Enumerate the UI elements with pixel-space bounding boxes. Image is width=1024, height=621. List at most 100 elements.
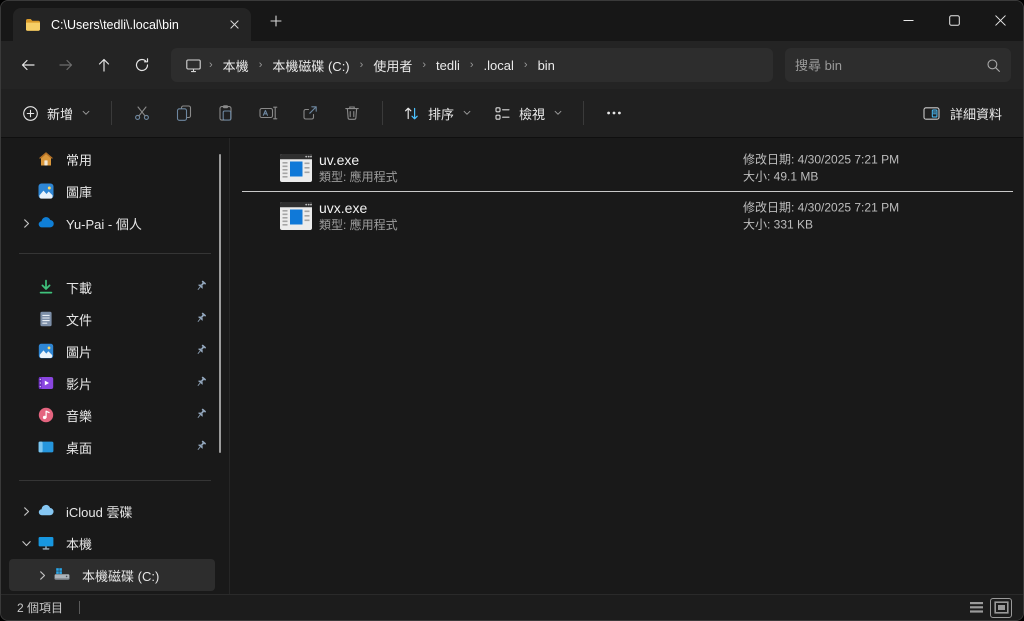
address-bar[interactable]: › 本機 › 本機磁碟 (C:) › 使用者 › tedli › .local … <box>171 48 773 82</box>
refresh-button[interactable] <box>123 47 161 83</box>
sidebar-item-label: 本機 <box>66 534 92 553</box>
sidebar-scrollbar[interactable] <box>219 154 221 453</box>
file-row-uv-exe[interactable]: uv.exe 類型: 應用程式 修改日期: 4/30/2025 7:21 PM … <box>230 144 1023 191</box>
file-row-uvx-exe[interactable]: uvx.exe 類型: 應用程式 修改日期: 4/30/2025 7:21 PM… <box>230 192 1023 239</box>
drive-icon <box>53 566 71 584</box>
sidebar-item-label: 本機磁碟 (C:) <box>82 566 159 585</box>
rename-button[interactable] <box>247 95 289 131</box>
videos-icon <box>37 374 55 392</box>
sidebar-item-pictures[interactable]: 圖片 <box>9 335 215 367</box>
sidebar-item-downloads[interactable]: 下載 <box>9 271 215 303</box>
pin-icon <box>195 408 207 420</box>
chevron-down-icon[interactable] <box>15 535 37 551</box>
breadcrumb-local[interactable]: .local <box>477 55 521 76</box>
navigation-bar: › 本機 › 本機磁碟 (C:) › 使用者 › tedli › .local … <box>1 41 1023 89</box>
breadcrumb-users[interactable]: 使用者 <box>366 53 419 78</box>
search-box <box>785 48 1011 82</box>
forward-button[interactable] <box>47 47 85 83</box>
up-button[interactable] <box>85 47 123 83</box>
breadcrumb-this-pc[interactable]: 本機 <box>216 53 256 78</box>
view-button[interactable]: 檢視 <box>483 95 574 131</box>
search-input[interactable] <box>795 58 986 73</box>
tab-close-button[interactable] <box>223 14 245 36</box>
minimize-button[interactable] <box>885 1 931 39</box>
chevron-down-icon <box>553 108 563 118</box>
sidebar-item-label: 音樂 <box>66 406 92 425</box>
delete-button[interactable] <box>331 95 373 131</box>
copy-icon <box>175 104 193 122</box>
rename-icon <box>259 104 278 122</box>
pin-icon <box>195 440 207 452</box>
file-type: 類型: 應用程式 <box>319 219 398 231</box>
close-window-button[interactable] <box>977 1 1023 39</box>
maximize-button[interactable] <box>931 1 977 39</box>
chevron-right-icon[interactable] <box>15 215 37 231</box>
content-area: 常用 圖庫 Yu-Pai - 個人 <box>1 138 1023 594</box>
search-icon <box>986 58 1001 73</box>
sidebar-item-desktop[interactable]: 桌面 <box>9 431 215 463</box>
plus-circle-icon <box>22 105 39 122</box>
plus-icon <box>270 15 282 27</box>
sidebar-item-label: Yu-Pai - 個人 <box>66 214 142 233</box>
sidebar-item-local-disk-c[interactable]: 本機磁碟 (C:) <box>9 559 215 591</box>
sidebar-item-music[interactable]: 音樂 <box>9 399 215 431</box>
breadcrumb-local-disk-c[interactable]: 本機磁碟 (C:) <box>265 53 356 78</box>
chevron-right-icon[interactable] <box>15 503 37 519</box>
trash-icon <box>343 104 361 122</box>
more-options-button[interactable] <box>593 95 635 131</box>
breadcrumb-bin[interactable]: bin <box>531 55 562 76</box>
new-button-label: 新增 <box>47 104 73 123</box>
back-button[interactable] <box>9 47 47 83</box>
toolbar-divider <box>382 101 383 125</box>
exe-file-icon <box>279 153 313 183</box>
sidebar-item-label: 常用 <box>66 150 92 169</box>
arrow-right-icon <box>58 57 74 73</box>
sidebar-item-this-pc[interactable]: 本機 <box>9 527 215 559</box>
large-icons-view-toggle[interactable] <box>991 599 1011 617</box>
breadcrumb-tedli[interactable]: tedli <box>429 55 467 76</box>
cut-button[interactable] <box>121 95 163 131</box>
icloud-icon <box>37 502 55 520</box>
status-divider <box>79 601 80 614</box>
paste-button[interactable] <box>205 95 247 131</box>
file-list: uv.exe 類型: 應用程式 修改日期: 4/30/2025 7:21 PM … <box>230 138 1023 594</box>
downloads-icon <box>37 278 55 296</box>
share-button[interactable] <box>289 95 331 131</box>
item-count: 2 個項目 <box>17 599 63 616</box>
sort-button[interactable]: 排序 <box>392 95 483 131</box>
sidebar-item-videos[interactable]: 影片 <box>9 367 215 399</box>
list-view-icon <box>969 601 984 614</box>
new-button[interactable]: 新增 <box>11 95 102 131</box>
command-toolbar: 新增 排序 檢視 <box>1 89 1023 138</box>
details-pane-button[interactable]: 詳細資料 <box>912 95 1013 131</box>
this-pc-icon <box>37 534 55 552</box>
pin-icon <box>195 344 207 356</box>
pin-icon <box>195 280 207 292</box>
sidebar-item-gallery[interactable]: 圖庫 <box>9 175 215 207</box>
details-view-toggle[interactable] <box>966 599 986 617</box>
onedrive-icon <box>37 214 55 232</box>
status-bar: 2 個項目 <box>1 594 1023 620</box>
file-size: 大小: 49.1 MB <box>743 170 899 182</box>
chevron-right-icon[interactable] <box>31 567 53 583</box>
file-explorer-window: C:\Users\tedli\.local\bin <box>0 0 1024 621</box>
titlebar: C:\Users\tedli\.local\bin <box>1 1 1023 41</box>
sidebar-item-onedrive[interactable]: Yu-Pai - 個人 <box>9 207 215 239</box>
breadcrumb-separator: › <box>206 59 216 71</box>
folder-icon <box>25 17 41 33</box>
exe-file-icon <box>279 201 313 231</box>
sort-icon <box>403 105 420 122</box>
pin-icon <box>195 376 207 388</box>
new-tab-button[interactable] <box>261 6 291 36</box>
explorer-tab[interactable]: C:\Users\tedli\.local\bin <box>13 8 251 41</box>
toolbar-divider <box>111 101 112 125</box>
file-name: uvx.exe <box>319 201 398 215</box>
sidebar-item-home[interactable]: 常用 <box>9 143 215 175</box>
chevron-down-icon <box>81 108 91 118</box>
pictures-icon <box>37 342 55 360</box>
pin-icon <box>195 312 207 324</box>
copy-button[interactable] <box>163 95 205 131</box>
file-modified-date: 修改日期: 4/30/2025 7:21 PM <box>743 201 899 213</box>
sidebar-item-documents[interactable]: 文件 <box>9 303 215 335</box>
sidebar-item-icloud[interactable]: iCloud 雲碟 <box>9 495 215 527</box>
